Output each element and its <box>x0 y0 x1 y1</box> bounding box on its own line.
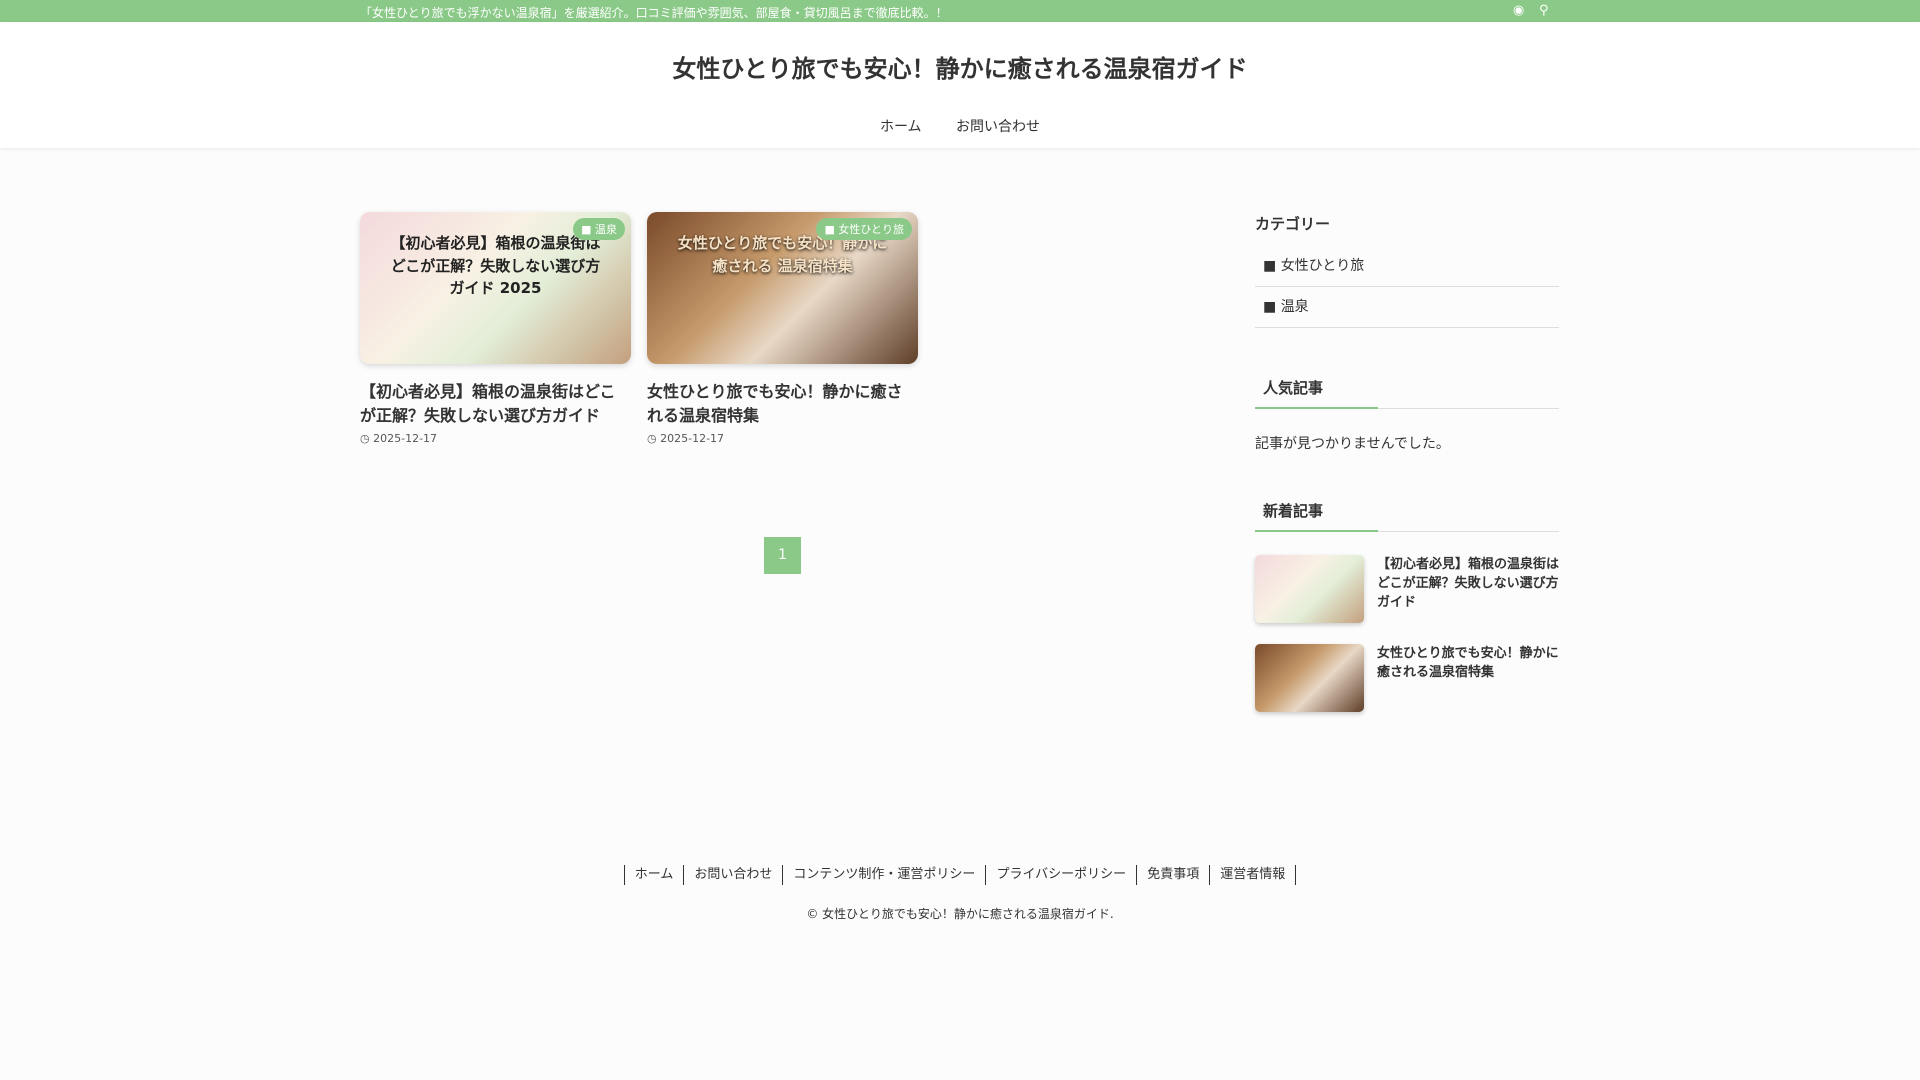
folder-icon: ■ <box>1263 299 1281 315</box>
folder-icon: ■ <box>824 223 839 236</box>
footer-nav: ホーム お問い合わせ コンテンツ制作・運営ポリシー プライバシーポリシー 免責事項 運営者… <box>0 865 1920 885</box>
new-post-item[interactable]: 女性ひとり旅でも安心！静かに癒される温泉宿特集 <box>1255 644 1559 712</box>
popular-widget: 人気記事 記事が見つかりませんでした。 <box>1255 377 1559 453</box>
post-date: ◷ 2025-12-17 <box>360 432 438 445</box>
category-badge: ■ 女性ひとり旅 <box>816 218 912 240</box>
new-posts-widget: 新着記事 <box>1255 500 1559 532</box>
footer-link-disclaimer[interactable]: 免責事項 <box>1136 865 1209 885</box>
post-title[interactable]: 女性ひとり旅でも安心！静かに癒される温泉宿特集 <box>647 380 918 428</box>
post-date: ◷ 2025-12-17 <box>647 432 725 445</box>
site-description: 「女性ひとり旅でも浮かない温泉宿」を厳選紹介。口コミ評価や雰囲気、部屋食・貸切風… <box>360 6 948 20</box>
site-header: 女性ひとり旅でも安心！静かに癒される温泉宿ガイド ホーム お問い合わせ <box>0 22 1920 148</box>
nav-home[interactable]: ホーム <box>880 116 922 136</box>
main-nav: ホーム お問い合わせ <box>0 116 1920 136</box>
folder-icon: ■ <box>1263 258 1281 274</box>
pagination-current[interactable]: 1 <box>764 537 801 574</box>
post-card[interactable]: 女性ひとり旅でも安心！静かに癒される 温泉宿特集 ■ 女性ひとり旅 女性ひとり旅… <box>647 212 918 445</box>
footer-link-contact[interactable]: お問い合わせ <box>683 865 782 885</box>
empty-message: 記事が見つかりませんでした。 <box>1255 436 1450 452</box>
clock-icon: ◷ <box>360 432 374 445</box>
category-badge: ■ 温泉 <box>573 218 625 240</box>
new-post-thumbnail[interactable] <box>1255 644 1364 712</box>
new-post-item[interactable]: 【初心者必見】箱根の温泉街はどこが正解？失敗しない選び方ガイド <box>1255 555 1559 623</box>
post-thumbnail[interactable]: 女性ひとり旅でも安心！静かに癒される 温泉宿特集 ■ 女性ひとり旅 <box>647 212 918 364</box>
footer-link-content-policy[interactable]: コンテンツ制作・運営ポリシー <box>782 865 985 885</box>
post-card[interactable]: 【初心者必見】箱根の温泉街はどこが正解？失敗しない選び方ガイド 2025 ■ 温… <box>360 212 631 445</box>
footer-link-operator[interactable]: 運営者情報 <box>1209 865 1297 885</box>
category-link[interactable]: ■ 女性ひとり旅 <box>1255 246 1559 287</box>
site-title[interactable]: 女性ひとり旅でも安心！静かに癒される温泉宿ガイド <box>0 49 1920 84</box>
category-link[interactable]: ■ 温泉 <box>1255 287 1559 328</box>
top-bar: 「女性ひとり旅でも浮かない温泉宿」を厳選紹介。口コミ評価や雰囲気、部屋食・貸切風… <box>0 0 1920 22</box>
post-thumbnail[interactable]: 【初心者必見】箱根の温泉街はどこが正解？失敗しない選び方ガイド 2025 ■ 温… <box>360 212 631 364</box>
footer-link-privacy[interactable]: プライバシーポリシー <box>985 865 1136 885</box>
nav-contact[interactable]: お問い合わせ <box>956 116 1040 136</box>
new-post-thumbnail[interactable] <box>1255 555 1364 623</box>
widget-title: 新着記事 <box>1255 500 1559 532</box>
new-post-title[interactable]: 女性ひとり旅でも安心！静かに癒される温泉宿特集 <box>1377 644 1559 682</box>
widget-title: 人気記事 <box>1255 377 1559 409</box>
categories-widget: カテゴリー ■ 女性ひとり旅 ■ 温泉 <box>1255 213 1559 328</box>
folder-icon: ■ <box>581 223 595 236</box>
rss-icon[interactable]: ◉ <box>1513 3 1524 18</box>
post-title[interactable]: 【初心者必見】箱根の温泉街はどこが正解？失敗しない選び方ガイド <box>360 380 631 428</box>
new-post-title[interactable]: 【初心者必見】箱根の温泉街はどこが正解？失敗しない選び方ガイド <box>1377 555 1559 612</box>
copyright: © 女性ひとり旅でも安心！静かに癒される温泉宿ガイド. <box>806 907 1114 921</box>
widget-title: カテゴリー <box>1255 215 1331 233</box>
footer-link-home[interactable]: ホーム <box>623 865 684 885</box>
thumbnail-caption: 【初心者必見】箱根の温泉街はどこが正解？失敗しない選び方ガイド 2025 <box>390 234 601 297</box>
search-icon[interactable]: ⚲ <box>1539 3 1549 18</box>
clock-icon: ◷ <box>647 432 661 445</box>
